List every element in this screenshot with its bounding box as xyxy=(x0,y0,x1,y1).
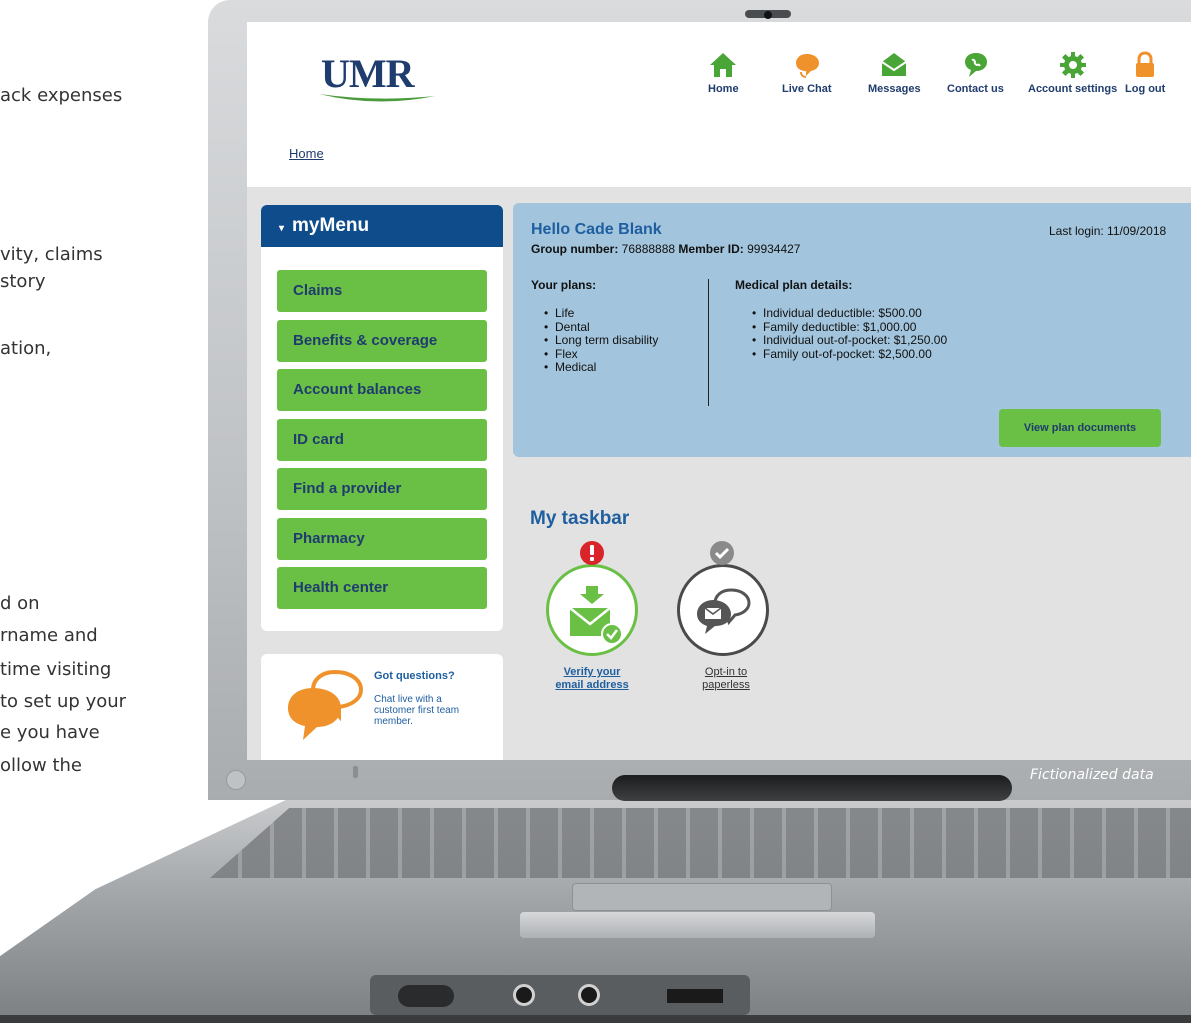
plan-item: Dental xyxy=(555,320,658,335)
medical-details-heading: Medical plan details: xyxy=(735,278,853,292)
menu-item-claims[interactable]: Claims xyxy=(277,270,487,312)
view-plan-documents-button[interactable]: View plan documents xyxy=(999,409,1161,447)
plan-item: Life xyxy=(555,306,658,321)
group-number-label: Group number: xyxy=(531,242,619,256)
menu-item-pharmacy[interactable]: Pharmacy xyxy=(277,518,487,560)
task-verify-email-circle[interactable] xyxy=(546,564,638,656)
side-text-line: time visiting xyxy=(0,659,112,680)
envelope-icon xyxy=(881,53,907,76)
last-login: Last login: 11/09/2018 xyxy=(1049,224,1167,238)
task-verify-email-label-line: email address xyxy=(555,679,629,691)
nav-contact-us-label: Contact us xyxy=(947,83,1004,95)
chat-panel-title: Got questions? xyxy=(374,670,455,682)
medical-detail-item: Individual deductible: $500.00 xyxy=(763,306,947,321)
side-text-line: rname and xyxy=(0,625,98,646)
side-text-line: vity, claims xyxy=(0,244,103,265)
chat-bubbles-icon xyxy=(288,669,364,740)
menu-caret-icon: ▾ xyxy=(279,223,285,234)
chat-panel-description: Chat live with a customer first team mem… xyxy=(374,694,460,727)
task-paperless-circle[interactable] xyxy=(677,564,769,656)
nav-home[interactable]: Home xyxy=(708,50,739,95)
plan-item: Medical xyxy=(555,360,658,375)
menu-item-benefits-coverage[interactable]: Benefits & coverage xyxy=(277,320,487,362)
menu-item-health-center[interactable]: Health center xyxy=(277,567,487,609)
chat-bubble-icon xyxy=(795,54,819,78)
done-check-badge-icon xyxy=(710,541,734,565)
taskbar-title: My taskbar xyxy=(530,508,630,529)
menu-item-account-balances[interactable]: Account balances xyxy=(277,369,487,411)
home-icon xyxy=(710,53,737,77)
nav-contact-us[interactable]: Contact us xyxy=(947,50,1004,95)
group-number: 76888888 xyxy=(621,242,676,256)
laptop-slot xyxy=(667,989,723,1003)
nav-account-settings[interactable]: Account settings xyxy=(1028,50,1117,95)
medical-detail-item: Family out-of-pocket: $2,500.00 xyxy=(763,347,947,362)
webcam-lens xyxy=(764,11,772,19)
alert-badge-icon xyxy=(580,541,604,565)
side-text-line: e you have xyxy=(0,722,100,743)
gear-icon xyxy=(1059,52,1086,78)
breadcrumb-home[interactable]: Home xyxy=(289,146,324,161)
padlock-icon xyxy=(1136,51,1155,77)
my-menu-title-text: myMenu xyxy=(292,215,370,236)
member-id: 99934427 xyxy=(747,242,801,256)
member-ids: Group number: 76888888 Member ID: 999344… xyxy=(531,242,800,256)
nav-live-chat-label: Live Chat xyxy=(782,83,832,95)
audio-jack xyxy=(578,984,600,1006)
my-menu: ▾ myMenu Claims Benefits & coverage Accou… xyxy=(261,205,503,631)
laptop-shadow xyxy=(0,1015,1191,1023)
contact-bubble-icon xyxy=(965,53,988,77)
site-header: UMR Home Home Live Chat Messages Contact… xyxy=(247,22,1191,187)
audio-jack xyxy=(513,984,535,1006)
message-bubbles-icon xyxy=(697,588,751,634)
side-text-line: ation, xyxy=(0,338,52,359)
nav-log-out-label: Log out xyxy=(1125,83,1166,95)
plans-list: Life Dental Long term disability Flex Me… xyxy=(555,306,658,375)
nav-messages-label: Messages xyxy=(868,83,921,95)
medical-details-list: Individual deductible: $500.00 Family de… xyxy=(763,306,947,362)
nav-home-label: Home xyxy=(708,83,739,95)
medical-detail-item: Individual out-of-pocket: $1,250.00 xyxy=(763,333,947,348)
plan-item: Long term disability xyxy=(555,333,658,348)
bezel-indicator xyxy=(353,766,358,778)
my-menu-title[interactable]: ▾ myMenu xyxy=(261,205,503,247)
side-text-line: ollow the xyxy=(0,755,83,776)
task-verify-email-label[interactable]: Verify your email address xyxy=(537,666,647,692)
laptop-keyboard xyxy=(210,808,1191,878)
member-info-panel: Hello Cade Blank Group number: 76888888 … xyxy=(513,203,1191,457)
side-text-line: d on xyxy=(0,593,40,614)
task-paperless-label[interactable]: Opt-in to paperless xyxy=(671,666,781,692)
medical-detail-item: Family deductible: $1,000.00 xyxy=(763,320,947,335)
member-greeting: Hello Cade Blank xyxy=(531,221,662,238)
task-paperless-label-line: Opt-in to xyxy=(704,666,748,678)
laptop-trackpad xyxy=(572,883,832,911)
nav-log-out[interactable]: Log out xyxy=(1125,50,1165,95)
menu-item-id-card[interactable]: ID card xyxy=(277,419,487,461)
member-id-label: Member ID: xyxy=(678,242,744,256)
task-paperless-label-line: paperless xyxy=(702,679,750,691)
nav-live-chat[interactable]: Live Chat xyxy=(782,50,832,95)
laptop-screen: UMR Home Home Live Chat Messages Contact… xyxy=(247,22,1191,760)
fictionalized-data-note: Fictionalized data xyxy=(1030,767,1154,783)
laptop-palmrest xyxy=(520,912,875,938)
your-plans-heading: Your plans: xyxy=(531,278,597,292)
email-verify-icon xyxy=(569,586,623,645)
menu-item-find-provider[interactable]: Find a provider xyxy=(277,468,487,510)
side-text-line: to set up your xyxy=(0,691,127,712)
side-text-line: ack expenses xyxy=(0,85,123,106)
nav-messages[interactable]: Messages xyxy=(868,50,921,95)
side-text-line: story xyxy=(0,271,46,292)
laptop-hinge xyxy=(612,775,1012,801)
plans-divider xyxy=(708,279,709,406)
laptop-port xyxy=(398,985,454,1007)
task-verify-email-label-line: Verify your xyxy=(563,666,621,678)
chat-panel[interactable]: Got questions? Chat live with a customer… xyxy=(261,654,503,760)
logo-swoosh-icon xyxy=(319,94,435,102)
plan-item: Flex xyxy=(555,347,658,362)
bezel-hinge-cap xyxy=(226,770,246,790)
nav-account-settings-label: Account settings xyxy=(1028,83,1118,95)
